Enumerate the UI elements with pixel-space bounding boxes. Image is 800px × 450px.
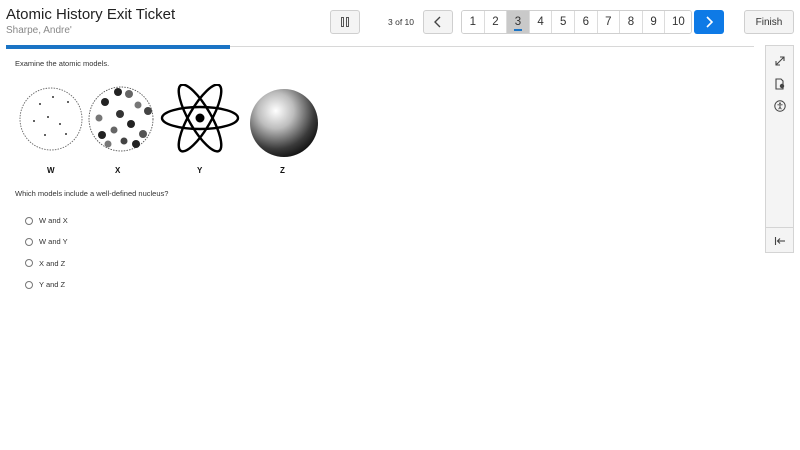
chevron-right-icon [706, 16, 714, 28]
question-prompt: Examine the atomic models. [15, 59, 110, 68]
model-label-w: W [47, 166, 55, 175]
model-x [88, 86, 154, 152]
model-w [19, 87, 83, 151]
expand-icon [775, 56, 785, 66]
question-navigation: 1 2 3 4 5 6 7 8 9 10 [423, 10, 693, 34]
page-button-3[interactable]: 3 [507, 11, 530, 33]
page-button-4[interactable]: 4 [529, 11, 553, 33]
question-counter: 3 of 10 [388, 17, 414, 27]
question-text: Which models include a well-defined nucl… [15, 189, 169, 198]
line-reader-button[interactable] [772, 76, 788, 92]
radio-button[interactable] [25, 237, 33, 246]
student-name: Sharpe, Andre' [6, 25, 72, 36]
collapse-panel-button[interactable] [772, 233, 788, 249]
page-button-6[interactable]: 6 [574, 11, 598, 33]
pause-icon [341, 17, 344, 27]
expand-button[interactable] [772, 53, 788, 69]
radio-button[interactable] [25, 280, 33, 289]
answer-label: Y and Z [39, 280, 66, 290]
answer-option-1[interactable]: W and X [25, 210, 68, 231]
page-button-5[interactable]: 5 [552, 11, 575, 33]
page-button-8[interactable]: 8 [620, 11, 643, 33]
page-title: Atomic History Exit Ticket [6, 6, 176, 23]
page-button-9[interactable]: 9 [642, 11, 666, 33]
collapse-panel-icon [774, 237, 785, 245]
answer-label: W and X [39, 216, 68, 226]
answer-options: W and X W and Y X and Z Y and Z [25, 210, 68, 295]
model-z [250, 89, 318, 157]
page-button-7[interactable]: 7 [597, 11, 621, 33]
atomic-models-figure: W X Y Z [18, 83, 328, 180]
progress-bar [6, 45, 231, 49]
page-button-2[interactable]: 2 [484, 11, 508, 33]
model-label-x: X [115, 166, 121, 175]
previous-button[interactable] [423, 10, 453, 34]
answer-option-3[interactable]: X and Z [25, 253, 68, 274]
page-list: 1 2 3 4 5 6 7 8 9 10 [461, 10, 693, 34]
answer-label: X and Z [39, 258, 66, 268]
answer-option-4[interactable]: Y and Z [25, 274, 68, 295]
tools-panel [765, 45, 794, 253]
panel-divider [766, 227, 793, 228]
radio-button[interactable] [25, 216, 33, 225]
answer-option-2[interactable]: W and Y [25, 231, 68, 252]
model-label-y: Y [197, 166, 203, 175]
accessibility-icon [774, 100, 786, 112]
model-label-z: Z [280, 166, 285, 175]
next-button[interactable] [694, 10, 724, 34]
pause-icon-bar [346, 17, 349, 27]
accessibility-button[interactable] [772, 98, 788, 114]
model-y [160, 83, 240, 153]
pause-button[interactable] [330, 10, 360, 34]
radio-button[interactable] [25, 259, 33, 268]
page-button-1[interactable]: 1 [462, 11, 485, 33]
page-button-10[interactable]: 10 [665, 11, 692, 33]
finish-button[interactable]: Finish [744, 10, 794, 34]
line-reader-icon [775, 78, 785, 90]
chevron-left-icon [434, 16, 441, 28]
answer-label: W and Y [39, 237, 68, 247]
